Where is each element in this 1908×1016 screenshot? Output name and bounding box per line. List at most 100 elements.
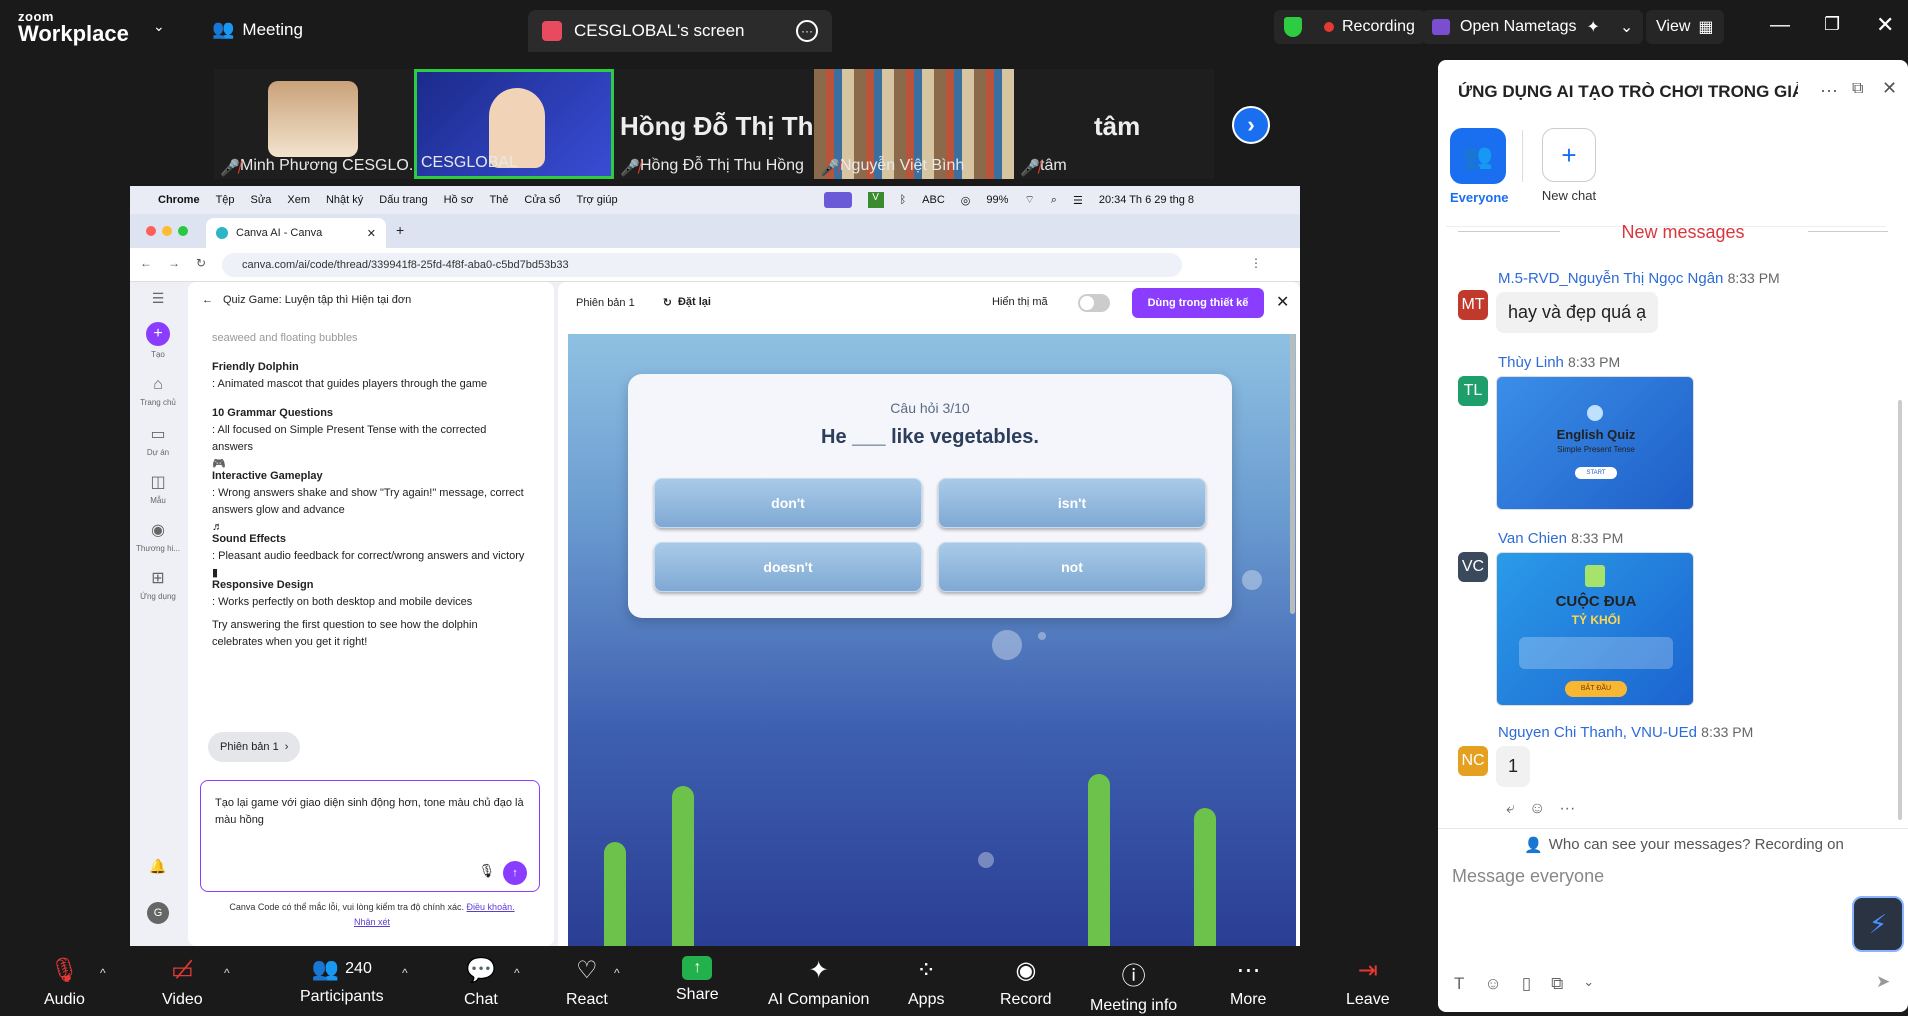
- share-screen-tab[interactable]: CESGLOBAL's screen ···: [528, 10, 832, 52]
- leave-button[interactable]: ⇥ Leave: [1346, 956, 1390, 1009]
- sender-name[interactable]: M.5-RVD_Nguyễn Thị Ngọc Ngân 8:33 PM: [1498, 270, 1780, 287]
- participants-options-caret[interactable]: ^: [402, 966, 408, 980]
- answer-button[interactable]: don't: [654, 478, 922, 528]
- answer-button[interactable]: doesn't: [654, 542, 922, 592]
- forward-icon[interactable]: →: [168, 256, 180, 270]
- chevron-down-icon[interactable]: ⌄: [1583, 974, 1594, 994]
- version-chip[interactable]: Phiên bản 1 ›: [208, 732, 301, 762]
- minimize-icon[interactable]: —: [1770, 14, 1790, 37]
- participant-tile-active-speaker[interactable]: CESGLOBAL: [414, 69, 614, 179]
- participants-button[interactable]: 👥 240 Participants: [300, 956, 384, 1006]
- privacy-notice[interactable]: 👤 Who can see your messages? Recording on: [1524, 836, 1844, 854]
- file-icon[interactable]: ▯: [1522, 974, 1531, 994]
- new-chat-button[interactable]: + New chat: [1534, 128, 1604, 203]
- chevron-down-icon[interactable]: ⌄: [1620, 17, 1633, 37]
- game-stage: Câu hỏi 3/10 He ___ like vegetables. don…: [568, 334, 1296, 946]
- ai-compose-icon[interactable]: ⚡: [1852, 896, 1904, 952]
- bubble: [1038, 632, 1046, 640]
- apps-button[interactable]: ⁘ Apps: [908, 956, 944, 1009]
- screenshot-icon[interactable]: ⧉: [1551, 974, 1563, 994]
- participant-tile[interactable]: Hồng Đỗ Thị Th... 🎤̸ Hồng Đỗ Thị Thu Hồng: [614, 69, 814, 179]
- browser-tab[interactable]: Canva AI - Canva ✕: [206, 218, 386, 248]
- recording-indicator[interactable]: Recording: [1274, 10, 1425, 44]
- pop-out-icon[interactable]: ⧉: [1852, 80, 1863, 98]
- view-button[interactable]: View ▦: [1646, 10, 1724, 44]
- audio-button[interactable]: 🎙 Audio: [44, 956, 85, 1009]
- close-tab-icon[interactable]: ✕: [367, 227, 376, 240]
- back-icon[interactable]: ←: [140, 256, 152, 270]
- answer-button[interactable]: isn't: [938, 478, 1206, 528]
- participant-tile[interactable]: tâm 🎤̸ tâm: [1014, 69, 1214, 179]
- nametags-button[interactable]: Open Nametags ✦ ⌄: [1422, 10, 1644, 44]
- video-button[interactable]: ▭̸ Video: [162, 956, 203, 1009]
- url-field[interactable]: canva.com/ai/code/thread/339941f8-25fd-4…: [222, 253, 1182, 277]
- user-avatar[interactable]: G: [134, 902, 182, 924]
- participant-tile[interactable]: 🎤̸ Nguyễn Việt Bình: [814, 69, 1014, 179]
- chat-button[interactable]: 💬 Chat: [464, 956, 498, 1009]
- emoji-icon[interactable]: ☺: [1529, 800, 1545, 818]
- ai-companion-button[interactable]: ✦ AI Companion: [768, 956, 869, 1009]
- traffic-lights[interactable]: [146, 226, 188, 236]
- new-messages-divider: New messages: [1621, 222, 1745, 242]
- more-options-icon[interactable]: ···: [1820, 80, 1838, 101]
- everyone-chat-button[interactable]: 👥 Everyone: [1450, 128, 1509, 205]
- reload-icon[interactable]: ↻: [196, 256, 206, 270]
- image-attachment[interactable]: English Quiz Simple Present Tense START: [1496, 376, 1694, 510]
- close-icon[interactable]: ✕: [1882, 78, 1897, 99]
- chat-options-caret[interactable]: ^: [514, 966, 520, 980]
- more-options-icon[interactable]: ···: [1559, 800, 1575, 818]
- reply-icon[interactable]: ⤶: [1506, 800, 1515, 818]
- mac-menu-bar: Chrome Tệp Sửa Xem Nhật ký Dấu trang Hồ …: [130, 186, 1300, 214]
- more-button[interactable]: ⋯ More: [1230, 956, 1266, 1009]
- notification-bell-icon[interactable]: 🔔: [134, 858, 182, 875]
- participant-tile[interactable]: 🎤̸ Minh Phương CESGLO...: [214, 69, 414, 179]
- nav-templates[interactable]: ◫ Mẫu: [134, 472, 182, 505]
- video-options-caret[interactable]: ^: [224, 966, 230, 980]
- scrollbar[interactable]: [1290, 334, 1295, 614]
- meeting-info-button[interactable]: ⓘ Meeting info: [1090, 956, 1177, 1015]
- shared-screen: Chrome Tệp Sửa Xem Nhật ký Dấu trang Hồ …: [130, 186, 1300, 946]
- chevron-down-icon[interactable]: ⌄: [153, 18, 165, 35]
- meeting-chat-panel: ỨNG DỤNG AI TẠO TRÒ CHƠI TRONG GIẢN... ·…: [1438, 60, 1908, 1012]
- audio-options-caret[interactable]: ^: [100, 966, 106, 980]
- react-button[interactable]: ♡ React: [566, 956, 608, 1009]
- chat-title: ỨNG DỤNG AI TẠO TRÒ CHƠI TRONG GIẢN...: [1458, 82, 1798, 101]
- scrollbar[interactable]: [1898, 400, 1902, 820]
- emoji-icon[interactable]: ☺: [1484, 974, 1501, 994]
- next-page-arrow-icon[interactable]: ›: [1232, 106, 1270, 144]
- reset-button[interactable]: ↻ Đặt lại: [663, 296, 711, 309]
- canva-favicon-icon: [216, 227, 228, 239]
- nav-projects[interactable]: ▭ Dự án: [134, 424, 182, 457]
- use-in-design-button[interactable]: Dùng trong thiết kế: [1132, 288, 1264, 318]
- meeting-menu-button[interactable]: 👥 Meeting: [212, 19, 303, 40]
- menu-icon[interactable]: ☰: [134, 290, 182, 307]
- nav-home[interactable]: ⌂ Trang chủ: [134, 376, 182, 407]
- more-options-icon[interactable]: ···: [796, 20, 818, 42]
- react-options-caret[interactable]: ^: [614, 966, 620, 980]
- close-preview-icon[interactable]: ✕: [1276, 292, 1289, 312]
- message-input[interactable]: Message everyone: [1452, 866, 1852, 896]
- show-code-toggle[interactable]: [1078, 294, 1110, 312]
- sender-name[interactable]: Van Chien 8:33 PM: [1498, 530, 1623, 547]
- close-window-icon[interactable]: ✕: [1876, 12, 1894, 38]
- bubble: [992, 630, 1022, 660]
- restore-icon[interactable]: ❐: [1824, 14, 1840, 35]
- share-button[interactable]: ↑ Share: [676, 956, 719, 1004]
- record-button[interactable]: ◉ Record: [1000, 956, 1052, 1009]
- microphone-icon[interactable]: 🎙: [478, 862, 495, 879]
- image-attachment[interactable]: CUỘC ĐUA TỶ KHỐI BẮT ĐẦU: [1496, 552, 1694, 706]
- send-icon[interactable]: ➤: [1876, 972, 1890, 992]
- nav-create[interactable]: + Tạo: [134, 322, 182, 359]
- send-icon[interactable]: ↑: [503, 861, 527, 885]
- back-arrow-icon[interactable]: ←: [202, 294, 213, 306]
- bluetooth-icon: ᛒ: [899, 194, 907, 206]
- sender-name[interactable]: Nguyen Chi Thanh, VNU-UEd 8:33 PM: [1498, 724, 1753, 741]
- nav-apps[interactable]: ⊞ Ứng dụng: [134, 568, 182, 601]
- nav-brand[interactable]: ◉ Thương hi...: [134, 520, 182, 553]
- kebab-menu-icon[interactable]: ⋮: [1250, 256, 1262, 270]
- new-tab-icon[interactable]: +: [396, 222, 404, 238]
- sender-name[interactable]: Thùy Linh 8:33 PM: [1498, 354, 1620, 371]
- text-format-icon[interactable]: T: [1454, 974, 1464, 994]
- answer-button[interactable]: not: [938, 542, 1206, 592]
- prompt-input[interactable]: Tạo lại game với giao diện sinh động hơn…: [200, 780, 540, 892]
